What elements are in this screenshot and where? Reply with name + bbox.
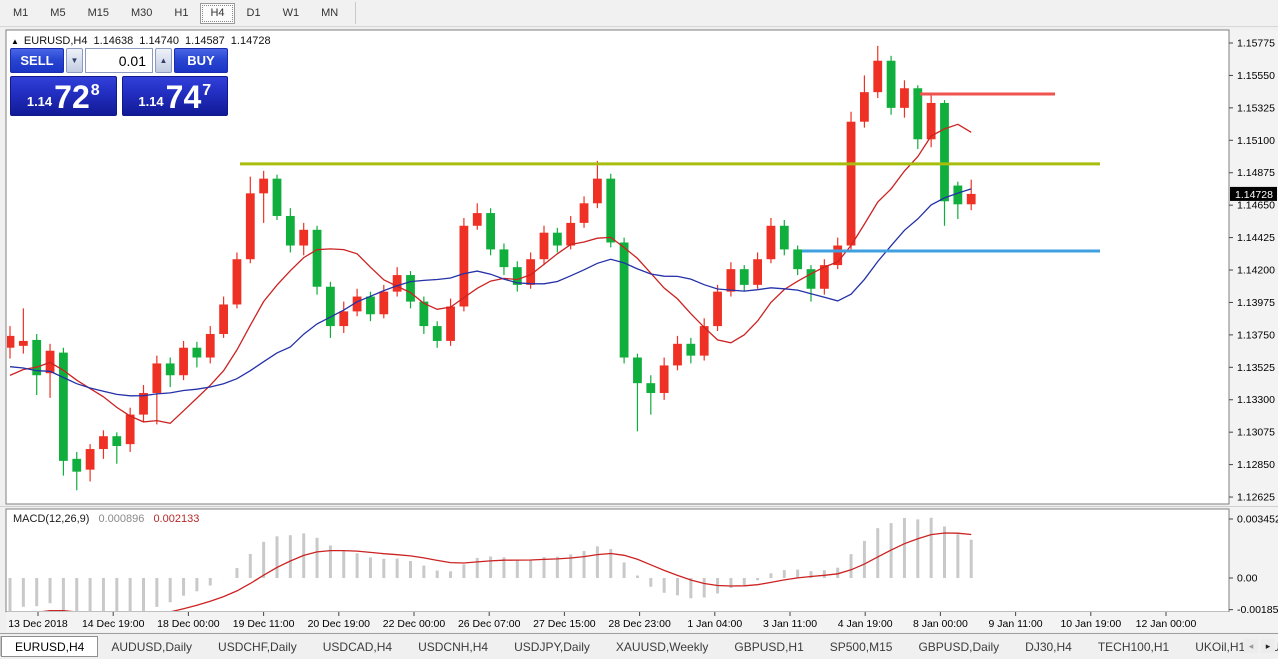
volume-decrease-button[interactable]: ▼ [66,48,83,73]
svg-text:1.13075: 1.13075 [1237,427,1275,439]
timeframe-button-m30[interactable]: M30 [121,3,162,24]
svg-text:1.14875: 1.14875 [1237,167,1275,179]
symbol-tab-sp500-m15[interactable]: SP500,M15 [817,636,906,657]
svg-text:4 Jan 19:00: 4 Jan 19:00 [838,618,893,630]
symbol-tab-tech100-h1[interactable]: TECH100,H1 [1085,636,1182,657]
svg-text:0.003452: 0.003452 [1237,513,1278,525]
chart-symbol-label: EURUSD,H4 [24,35,88,47]
sell-button[interactable]: SELL [10,48,64,73]
svg-text:1.15325: 1.15325 [1237,102,1275,114]
timeframe-button-h4[interactable]: H4 [200,3,234,24]
volume-input[interactable] [85,48,153,73]
svg-text:27 Dec 15:00: 27 Dec 15:00 [533,618,596,630]
one-click-trading-panel: SELL ▼ ▲ BUY 1.14 72 8 1.14 74 7 [10,48,228,116]
symbol-tab-usdchf-daily[interactable]: USDCHF,Daily [205,636,310,657]
svg-text:1.13300: 1.13300 [1237,394,1275,406]
timeframe-button-m15[interactable]: M15 [78,3,119,24]
svg-text:0.00: 0.00 [1237,573,1258,585]
svg-text:1.15100: 1.15100 [1237,135,1275,147]
svg-text:28 Dec 23:00: 28 Dec 23:00 [608,618,671,630]
sell-price-pips: 72 [54,82,90,112]
symbol-tab-xauusd-weekly[interactable]: XAUUSD,Weekly [603,636,721,657]
tab-scroll-right-icon[interactable]: ▸ [1261,639,1275,653]
timeframe-button-mn[interactable]: MN [311,3,348,24]
ohlc-close: 1.14728 [231,35,271,47]
buy-price-prefix: 1.14 [138,94,163,109]
svg-text:1.14425: 1.14425 [1237,232,1275,244]
chart-title: ▲ EURUSD,H4 1.14638 1.14740 1.14587 1.14728 [11,35,271,47]
buy-price-point: 7 [202,82,211,100]
svg-text:1.13525: 1.13525 [1237,362,1275,374]
svg-text:19 Dec 11:00: 19 Dec 11:00 [233,618,295,630]
macd-main-value: 0.000896 [98,513,144,525]
timeframe-button-m5[interactable]: M5 [40,3,75,24]
svg-text:-0.001851: -0.001851 [1237,604,1278,616]
volume-increase-button[interactable]: ▲ [155,48,172,73]
symbol-tab-usdcnh-h4[interactable]: USDCNH,H4 [405,636,501,657]
svg-text:1.14200: 1.14200 [1237,265,1275,277]
sell-price-box[interactable]: 1.14 72 8 [10,76,117,116]
ohlc-low: 1.14587 [185,35,225,47]
timeframe-button-d1[interactable]: D1 [237,3,271,24]
collapse-panel-icon[interactable]: ▲ [11,37,19,46]
ohlc-high: 1.14740 [139,35,179,47]
svg-text:14 Dec 19:00: 14 Dec 19:00 [82,618,145,630]
macd-indicator-label: MACD(12,26,9) 0.000896 0.002133 [13,513,199,525]
symbol-tab-gbpusd-h1[interactable]: GBPUSD,H1 [721,636,816,657]
symbol-tab-dj30-h4[interactable]: DJ30,H4 [1012,636,1085,657]
svg-text:1.12625: 1.12625 [1237,492,1275,504]
buy-price-pips: 74 [166,82,202,112]
symbol-tab-usdcad-h4[interactable]: USDCAD,H4 [310,636,405,657]
buy-button[interactable]: BUY [174,48,228,73]
svg-text:1.15775: 1.15775 [1237,38,1275,50]
tab-scroll-left-icon[interactable]: ◂ [1244,639,1258,653]
macd-signal-value: 0.002133 [153,513,199,525]
svg-text:22 Dec 00:00: 22 Dec 00:00 [383,618,446,630]
svg-text:3 Jan 11:00: 3 Jan 11:00 [763,618,817,630]
chart-area: 1.15775 1.15550 1.15325 1.15100 1.14875 1.146… [0,27,1278,633]
symbol-tab-eurusd-h4[interactable]: EURUSD,H4 [1,636,98,657]
macd-name: MACD(12,26,9) [13,513,89,525]
toolbar-separator [355,2,356,24]
svg-text:1.14650: 1.14650 [1237,200,1275,212]
timeframe-button-h1[interactable]: H1 [164,3,198,24]
symbol-tab-gbpusd-daily[interactable]: GBPUSD,Daily [905,636,1012,657]
svg-text:9 Jan 11:00: 9 Jan 11:00 [989,618,1043,630]
sell-price-prefix: 1.14 [27,94,52,109]
svg-text:1.13975: 1.13975 [1237,297,1275,309]
svg-text:13 Dec 2018: 13 Dec 2018 [8,618,68,630]
svg-text:20 Dec 19:00: 20 Dec 19:00 [308,618,371,630]
svg-text:26 Dec 07:00: 26 Dec 07:00 [458,618,521,630]
symbol-tab-bar: EURUSD,H4AUDUSD,DailyUSDCHF,DailyUSDCAD,… [0,633,1278,659]
tab-scroll-buttons: ◂▸ [1244,639,1275,653]
svg-text:1.13750: 1.13750 [1237,329,1275,341]
symbol-tab-audusd-daily[interactable]: AUDUSD,Daily [98,636,205,657]
timeframe-button-w1[interactable]: W1 [273,3,310,24]
timeframe-button-m1[interactable]: M1 [3,3,38,24]
buy-price-box[interactable]: 1.14 74 7 [122,76,229,116]
svg-text:8 Jan 00:00: 8 Jan 00:00 [913,618,968,630]
svg-text:1.12850: 1.12850 [1237,459,1275,471]
svg-text:10 Jan 19:00: 10 Jan 19:00 [1060,618,1121,630]
svg-text:1 Jan 04:00: 1 Jan 04:00 [687,618,742,630]
symbol-tab-usdjpy-daily[interactable]: USDJPY,Daily [501,636,603,657]
sell-price-point: 8 [91,82,100,100]
svg-text:18 Dec 00:00: 18 Dec 00:00 [157,618,220,630]
price-chart: 1.15775 1.15550 1.15325 1.15100 1.14875 1.146… [0,27,1278,633]
svg-text:1.14728: 1.14728 [1235,189,1273,201]
svg-text:12 Jan 00:00: 12 Jan 00:00 [1136,618,1197,630]
ohlc-open: 1.14638 [94,35,134,47]
svg-text:1.15550: 1.15550 [1237,70,1275,82]
current-price-tag: 1.14728 [1230,187,1277,201]
timeframe-toolbar: M1M5M15M30H1H4D1W1MN [0,0,1278,27]
